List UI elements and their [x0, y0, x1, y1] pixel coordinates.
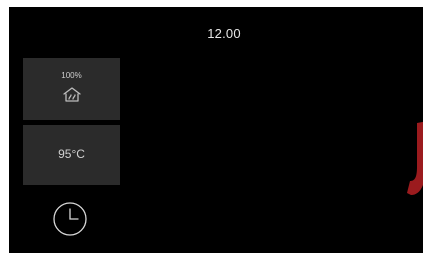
- steam-level-value: 100%: [61, 71, 82, 80]
- brand-logo-mark: [407, 121, 423, 195]
- steam-icon: [63, 87, 81, 102]
- oven-display-screen: 12.00 100% 95°C: [9, 7, 423, 253]
- current-time: 12.00: [207, 26, 241, 41]
- clock-icon[interactable]: [51, 200, 89, 238]
- steam-level-button[interactable]: 100%: [23, 58, 120, 120]
- temperature-value: 95°C: [58, 147, 85, 161]
- temperature-button[interactable]: 95°C: [23, 125, 120, 185]
